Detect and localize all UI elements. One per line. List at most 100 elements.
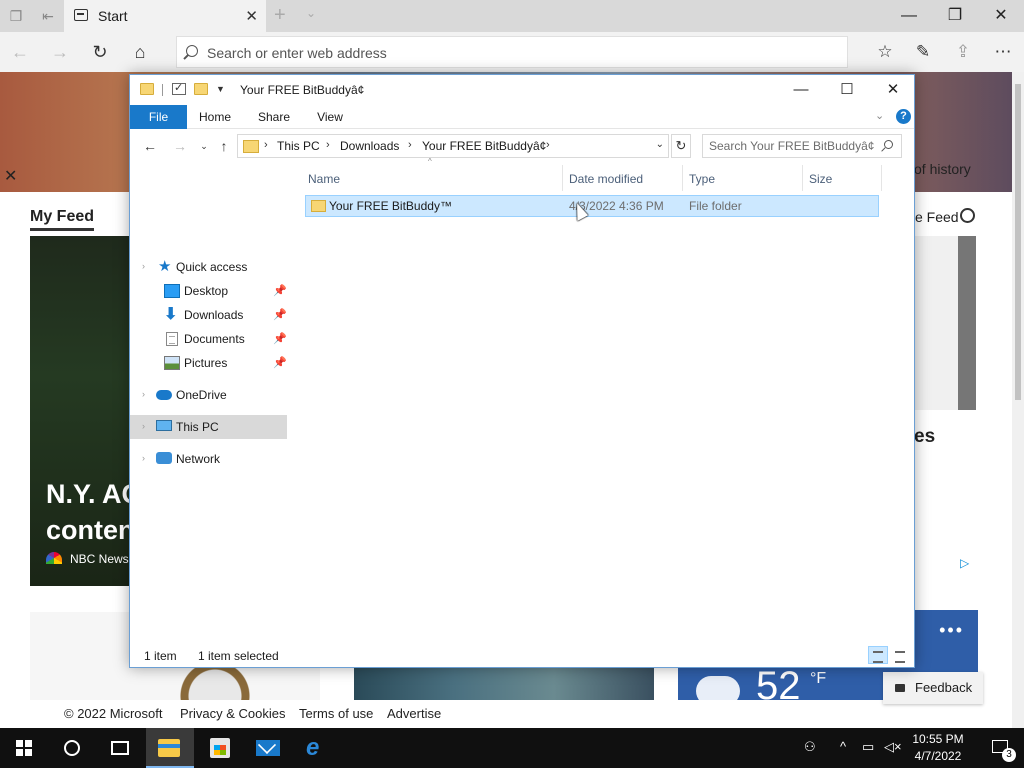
nav-label: Desktop <box>184 284 229 298</box>
navigation-pane: › ★ Quick access Desktop 📌 ⬇ Downloads 📌… <box>130 163 290 633</box>
hero-caption[interactable]: of history <box>914 161 971 177</box>
store-icon <box>210 738 230 758</box>
adchoices-icon[interactable]: ▷ <box>960 556 969 570</box>
new-tab-button[interactable]: + <box>274 4 286 27</box>
footer-privacy-link[interactable]: Privacy & Cookies <box>180 706 285 721</box>
ribbon-tab-view[interactable]: View <box>308 105 352 129</box>
explorer-search-box[interactable] <box>702 134 902 158</box>
tab-close-icon[interactable]: ✕ <box>245 7 258 25</box>
column-header-name[interactable]: Name <box>308 169 340 189</box>
explorer-search-input[interactable] <box>709 138 879 154</box>
forward-arrow-icon[interactable]: → <box>48 41 72 63</box>
right-news-image[interactable] <box>914 236 976 410</box>
ribbon-tab-share[interactable]: Share <box>250 105 298 129</box>
nbc-logo-icon <box>46 552 62 564</box>
pin-icon[interactable]: 📌 <box>273 284 287 297</box>
refresh-icon[interactable]: ↻ <box>88 41 112 63</box>
page-scrollbar[interactable] <box>1012 72 1024 728</box>
feed-settings-label[interactable]: e Feed <box>915 209 959 225</box>
column-header-date-modified[interactable]: Date modified <box>569 169 643 189</box>
cortana-search-button[interactable] <box>48 728 96 768</box>
web-note-icon[interactable]: ✎ <box>910 40 936 64</box>
address-history-chevron-icon[interactable]: ⌄ <box>656 139 664 150</box>
right-news-headline[interactable]: es <box>914 426 935 448</box>
help-icon[interactable]: ? <box>896 109 911 124</box>
action-center-button[interactable]: 3 <box>980 728 1020 768</box>
explorer-title-bar[interactable]: ▼ Your FREE BitBuddyâ¢ — ☐ ✕ <box>130 75 914 105</box>
my-feed-tab[interactable]: My Feed <box>30 208 95 231</box>
recent-locations-chevron-icon[interactable]: ⌄ <box>196 138 212 154</box>
explorer-maximize-button[interactable]: ☐ <box>824 75 870 105</box>
breadcrumb-current-folder[interactable]: Your FREE BitBuddyâ¢ <box>422 139 546 153</box>
pin-icon[interactable]: 📌 <box>273 308 287 321</box>
pin-icon[interactable]: 📌 <box>273 332 287 345</box>
footer-advertise-link[interactable]: Advertise <box>387 706 441 721</box>
breadcrumb-downloads[interactable]: Downloads <box>340 139 399 153</box>
star-icon: ★ <box>158 258 172 275</box>
nav-this-pc[interactable]: › This PC <box>130 415 287 439</box>
column-header-type[interactable]: Type <box>689 169 715 189</box>
task-view-button[interactable] <box>96 728 144 768</box>
up-arrow-icon[interactable]: ↑ <box>216 138 232 154</box>
browser-restore-button[interactable]: ❐ <box>932 0 978 32</box>
nav-desktop[interactable]: Desktop 📌 <box>130 279 287 303</box>
taskbar-edge[interactable]: e <box>294 728 342 768</box>
weather-more-icon[interactable]: ••• <box>939 620 964 641</box>
onedrive-cloud-icon <box>156 390 172 400</box>
nav-quick-access[interactable]: › ★ Quick access <box>130 255 287 279</box>
taskbar-file-explorer[interactable] <box>146 728 194 768</box>
large-icons-view-icon[interactable] <box>890 646 910 664</box>
favorites-icon[interactable]: ☆ <box>872 40 898 64</box>
forward-arrow-icon[interactable]: → <box>172 138 188 154</box>
new-folder-icon[interactable] <box>194 83 208 95</box>
expand-ribbon-icon[interactable]: ⌄ <box>875 109 884 122</box>
browser-minimize-button[interactable]: — <box>886 0 932 32</box>
taskbar-store[interactable] <box>196 728 244 768</box>
back-arrow-icon[interactable]: ← <box>8 41 32 63</box>
browser-tab-start[interactable]: Start ✕ <box>64 0 266 32</box>
network-status-icon[interactable]: ▭ <box>862 739 874 755</box>
properties-icon[interactable] <box>172 81 186 95</box>
address-bar[interactable] <box>176 36 848 68</box>
nav-label: OneDrive <box>176 388 227 402</box>
breadcrumb-this-pc[interactable]: This PC <box>277 139 320 153</box>
ribbon-tab-home[interactable]: Home <box>192 105 238 129</box>
quick-access-toolbar-dropdown-icon[interactable]: ▼ <box>216 84 225 94</box>
nav-documents[interactable]: Documents 📌 <box>130 327 287 351</box>
start-button[interactable] <box>0 728 48 768</box>
news-card[interactable]: N.Y. AG conten NBC News <box>30 236 143 586</box>
file-row[interactable]: Your FREE BitBuddy™ 4/3/2022 4:36 PM Fil… <box>305 195 879 217</box>
nav-network[interactable]: › Network <box>130 447 287 471</box>
explorer-address-bar[interactable]: › This PC › Downloads › Your FREE BitBud… <box>237 134 669 158</box>
taskbar-clock[interactable]: 10:55 PM 4/7/2022 <box>896 731 980 765</box>
people-icon[interactable]: ⚇ <box>804 739 816 755</box>
explorer-minimize-button[interactable]: — <box>778 75 824 105</box>
footer-terms-link[interactable]: Terms of use <box>299 706 373 721</box>
gear-icon[interactable] <box>960 208 975 223</box>
refresh-icon[interactable]: ↻ <box>671 134 691 158</box>
set-aside-tabs-icon[interactable]: ⇤ <box>40 8 56 24</box>
clock-date: 4/7/2022 <box>914 749 962 763</box>
share-icon[interactable]: ⇪ <box>950 40 976 64</box>
show-hidden-icons-chevron-icon[interactable]: ^ <box>840 739 846 754</box>
taskbar-mail[interactable] <box>244 728 292 768</box>
column-header-size[interactable]: Size <box>809 169 832 189</box>
nav-onedrive[interactable]: › OneDrive <box>130 383 287 407</box>
explorer-close-button[interactable]: ✕ <box>870 75 914 105</box>
hero-close-icon[interactable]: ✕ <box>4 166 17 186</box>
details-view-icon[interactable] <box>868 646 888 664</box>
more-options-icon[interactable]: ⋯ <box>990 40 1016 64</box>
pin-icon[interactable]: 📌 <box>273 356 287 369</box>
home-icon[interactable]: ⌂ <box>128 41 152 63</box>
feedback-button[interactable]: Feedback <box>883 672 983 704</box>
scrollbar-thumb[interactable] <box>1015 84 1021 400</box>
browser-close-button[interactable]: ✕ <box>978 0 1024 32</box>
nav-downloads[interactable]: ⬇ Downloads 📌 <box>130 303 287 327</box>
back-arrow-icon[interactable]: ← <box>142 138 158 154</box>
ribbon-tab-file[interactable]: File <box>130 105 187 129</box>
nav-pictures[interactable]: Pictures 📌 <box>130 351 287 375</box>
tab-list-chevron-icon[interactable]: ⌄ <box>306 6 316 20</box>
tab-actions-icon[interactable]: ❐ <box>8 8 24 24</box>
weather-unit: °F <box>810 670 827 687</box>
address-input[interactable] <box>207 43 827 63</box>
